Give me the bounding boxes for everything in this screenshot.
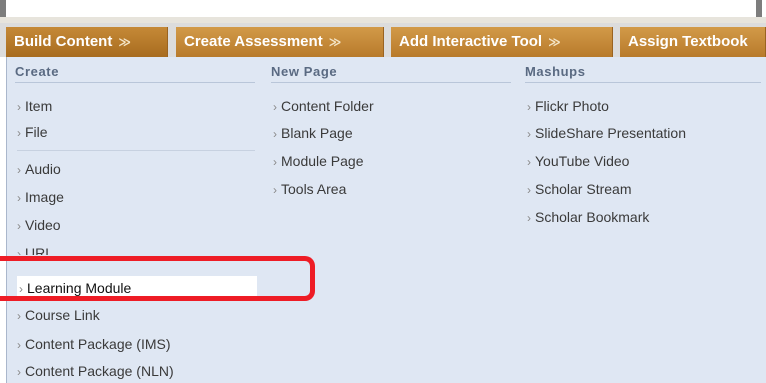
menu-item-label: File xyxy=(25,124,48,140)
chevron-right-icon: › xyxy=(17,219,21,233)
create-heading: Create xyxy=(15,64,60,79)
build-content-label: Build Content xyxy=(14,33,113,50)
chevron-down-icon: ≫ xyxy=(118,35,131,49)
menu-item-label: Scholar Bookmark xyxy=(535,209,650,225)
menu-item-video[interactable]: › Video xyxy=(17,213,61,237)
menu-item-label: Scholar Stream xyxy=(535,181,632,197)
chevron-right-icon: › xyxy=(17,309,21,323)
chevron-right-icon: › xyxy=(273,155,277,169)
chevron-right-icon: › xyxy=(17,191,21,205)
menu-item-label: Tools Area xyxy=(281,181,347,197)
new-page-heading: New Page xyxy=(271,64,338,79)
menu-item-blank-page[interactable]: › Blank Page xyxy=(273,121,353,145)
menu-item-scholar-stream[interactable]: › Scholar Stream xyxy=(527,177,631,201)
menu-item-label: Flickr Photo xyxy=(535,98,609,114)
menu-item-audio[interactable]: › Audio xyxy=(17,157,61,181)
chevron-right-icon: › xyxy=(17,247,21,255)
menu-item-youtube-video[interactable]: › YouTube Video xyxy=(527,149,629,173)
menu-item-label: Module Page xyxy=(281,153,364,169)
menu-item-label: Content Folder xyxy=(281,98,374,114)
chevron-right-icon: › xyxy=(17,338,21,352)
menu-item-file[interactable]: › File xyxy=(17,120,48,144)
chevron-down-icon: ≫ xyxy=(548,35,561,49)
menu-item-course-link[interactable]: › Course Link xyxy=(17,303,100,327)
assign-textbook-label: Assign Textbook xyxy=(628,33,748,50)
chevron-right-icon: › xyxy=(527,155,531,169)
mashups-heading-rule xyxy=(525,82,761,83)
new-page-heading-rule xyxy=(271,82,511,83)
chevron-right-icon: › xyxy=(527,183,531,197)
build-content-tab[interactable]: Build Content ≫ xyxy=(6,27,168,57)
chevron-right-icon: › xyxy=(273,183,277,197)
chevron-right-icon: › xyxy=(17,100,21,114)
content-toolbar: Build Content ≫ Create Assessment ≫ Add In… xyxy=(0,17,766,74)
create-heading-rule xyxy=(15,82,255,83)
chevron-right-icon: › xyxy=(17,365,21,379)
menu-item-label: URL xyxy=(25,245,54,255)
menu-item-content-package-nln[interactable]: › Content Package (NLN) xyxy=(17,359,174,383)
menu-item-label: Video xyxy=(25,217,61,233)
menu-item-slideshare-presentation[interactable]: › SlideShare Presentation xyxy=(527,121,686,145)
menu-item-item[interactable]: › Item xyxy=(17,94,52,118)
menu-item-label: Audio xyxy=(25,161,61,177)
menu-item-scholar-bookmark[interactable]: › Scholar Bookmark xyxy=(527,205,649,229)
create-assessment-tab[interactable]: Create Assessment ≫ xyxy=(176,27,384,57)
menu-item-label: Content Package (NLN) xyxy=(25,363,174,379)
menu-item-label: YouTube Video xyxy=(535,153,630,169)
menu-item-tools-area[interactable]: › Tools Area xyxy=(273,177,346,201)
build-content-dropdown: Create › Item › File › Audio › Image › Video … xyxy=(0,57,766,383)
chevron-right-icon: › xyxy=(17,163,21,177)
frame-right-edge xyxy=(756,0,762,17)
chevron-right-icon: › xyxy=(17,126,21,140)
menu-item-label: Blank Page xyxy=(281,125,353,141)
menu-item-label: Item xyxy=(25,98,53,114)
chevron-right-icon: › xyxy=(273,127,277,141)
menu-item-flickr-photo[interactable]: › Flickr Photo xyxy=(527,94,609,118)
menu-divider xyxy=(17,150,255,151)
window-top-strip xyxy=(0,0,766,17)
add-interactive-tool-tab[interactable]: Add Interactive Tool ≫ xyxy=(391,27,613,57)
menu-item-content-package-ims[interactable]: › Content Package (IMS) xyxy=(17,332,171,356)
chevron-right-icon: › xyxy=(527,127,531,141)
create-assessment-label: Create Assessment xyxy=(184,33,323,50)
menu-item-content-folder[interactable]: › Content Folder xyxy=(273,94,374,118)
mashups-heading: Mashups xyxy=(525,64,586,79)
chevron-right-icon: › xyxy=(527,211,531,225)
menu-item-label: Content Package (IMS) xyxy=(25,336,171,352)
assign-textbook-tab[interactable]: Assign Textbook xyxy=(620,27,766,57)
chevron-right-icon: › xyxy=(273,100,277,114)
menu-item-label: SlideShare Presentation xyxy=(535,125,686,141)
menu-item-label: Course Link xyxy=(25,307,100,323)
menu-item-module-page[interactable]: › Module Page xyxy=(273,149,364,173)
menu-item-label: Image xyxy=(25,189,64,205)
add-interactive-tool-label: Add Interactive Tool xyxy=(399,33,543,50)
chevron-right-icon: › xyxy=(527,100,531,114)
menu-item-url[interactable]: › URL xyxy=(17,241,53,255)
chevron-down-icon: ≫ xyxy=(328,35,342,49)
menu-item-image[interactable]: › Image xyxy=(17,185,64,209)
highlight-callout xyxy=(0,256,315,301)
frame-left-edge xyxy=(0,0,6,17)
